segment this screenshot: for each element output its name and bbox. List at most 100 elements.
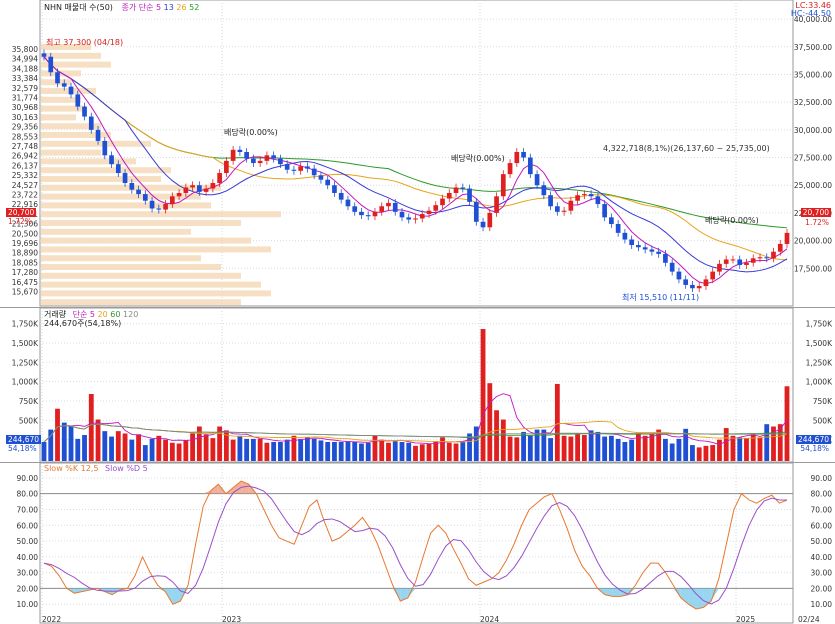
volume-bar [109,436,114,461]
volume-bar [453,443,459,461]
candle-body [365,215,371,217]
candle-body [534,174,540,186]
volume-bar [649,434,655,461]
volume-bar [48,429,54,461]
volume-bar [460,441,466,461]
candle-body [609,217,614,224]
candle-body [683,279,689,285]
candle-body [690,284,695,289]
left-price-tick: 18,890 [12,249,38,258]
candle-body [325,179,331,186]
legend-ma-label: 종가 단순 [121,3,154,12]
volume-bar [257,438,263,461]
vol-last-tag: 244,670 [795,435,831,444]
legend-ma-26: 26 [176,3,187,12]
stochastic-chart: 90.00 90.00 80.00 80.00 70.00 70.00 60.00 60.00… [17,463,833,624]
candle-body [257,160,263,164]
candle-body [386,202,391,207]
volume-profile-bar [41,96,81,103]
candle-body [379,206,385,212]
div-mark-2025: 배당락(0.00%) [705,216,759,225]
candle-body [467,188,472,202]
volume-bar [136,434,141,461]
volume-bar [615,438,621,461]
candle-body [224,160,229,174]
stoch-tick-left: 20.00 [17,584,39,593]
volume-bar [399,441,405,461]
volume-profile-bar [41,176,161,182]
volume-bar [95,419,101,461]
volume-bar [710,445,716,461]
price-tick-label: 25,000.00 [794,181,832,190]
candle-body [453,187,459,193]
candle-body [602,204,607,218]
volume-bar [507,436,513,461]
volume-bar [156,435,162,461]
left-price-tick: 15,670 [12,288,38,297]
candle-body [500,174,506,197]
volume-bar [298,438,304,461]
price-tick-label: 30,000.00 [794,126,832,135]
candle-body [710,271,716,280]
candle-body [244,152,249,159]
left-price-tick: 17,280 [12,268,38,277]
candle-body [777,243,783,252]
volume-tick-right: 500K [813,416,833,425]
candle-body [75,94,81,107]
candle-body [507,163,513,175]
candle-body [730,259,736,261]
volume-tick-left: 1,750K [12,320,39,329]
left-price-tick: 29,356 [12,123,38,132]
volume-profile-bar [41,264,221,270]
candle-body [88,116,94,130]
hc-label: HC:-44.50 [790,9,831,18]
volume-bar [372,435,378,461]
legend-ma-52: 52 [189,3,200,12]
candle-body [588,194,594,197]
candle-body [771,251,776,259]
stoch-tick-left: 60.00 [17,521,39,530]
volume-profile-bar [41,140,151,147]
candle-body [230,149,236,161]
candle-body [750,258,756,263]
volume-profile-bar [41,149,101,156]
vol-legend-ma-120: 120 [123,310,139,319]
legend-title: NHN 매물대 수(50) [44,3,113,12]
candle-body [264,155,270,161]
left-price-tick: 26,942 [12,152,38,161]
candle-body [575,195,580,201]
volume-bar [115,431,121,461]
candle-body [352,206,358,212]
candle-body [41,53,47,57]
volume-bar [663,438,668,461]
stoch-legend-d: Slow %D 5 [105,464,148,473]
stoch-tick-right: 20.00 [811,584,833,593]
volume-bar [325,441,331,461]
candle-body [663,253,668,263]
volume-profile-bar [41,228,191,235]
oversold-fill [696,588,704,609]
volume-bar [744,438,749,461]
volume-profile-bar [41,220,241,226]
volume-bar [446,442,452,461]
candle-body [521,152,526,158]
vol-last-pct-tag: 54,18% [800,444,829,453]
volume-bar [487,383,493,461]
left-price-tick: 19,696 [12,239,38,248]
volume-bar [521,431,526,461]
volume-bar [581,435,587,461]
left-price-tick: 26,137 [12,161,38,170]
volume-bar [75,438,81,461]
slow-k-line [43,480,788,610]
candle-body [642,247,648,250]
left-price-tick: 35,800 [12,45,38,54]
candle-body [183,187,189,193]
candle-body [723,259,729,264]
volume-bar [514,437,520,461]
left-price-tick: 20,500 [12,229,38,238]
price-legend: NHN 매물대 수(50) 종가 단순 5 13 26 52 [44,2,199,13]
stoch-tick-right: 80.00 [811,490,833,499]
volume-tick-right: 1,250K [806,358,833,367]
volume-bar [568,436,574,461]
volume-bar [541,429,547,461]
